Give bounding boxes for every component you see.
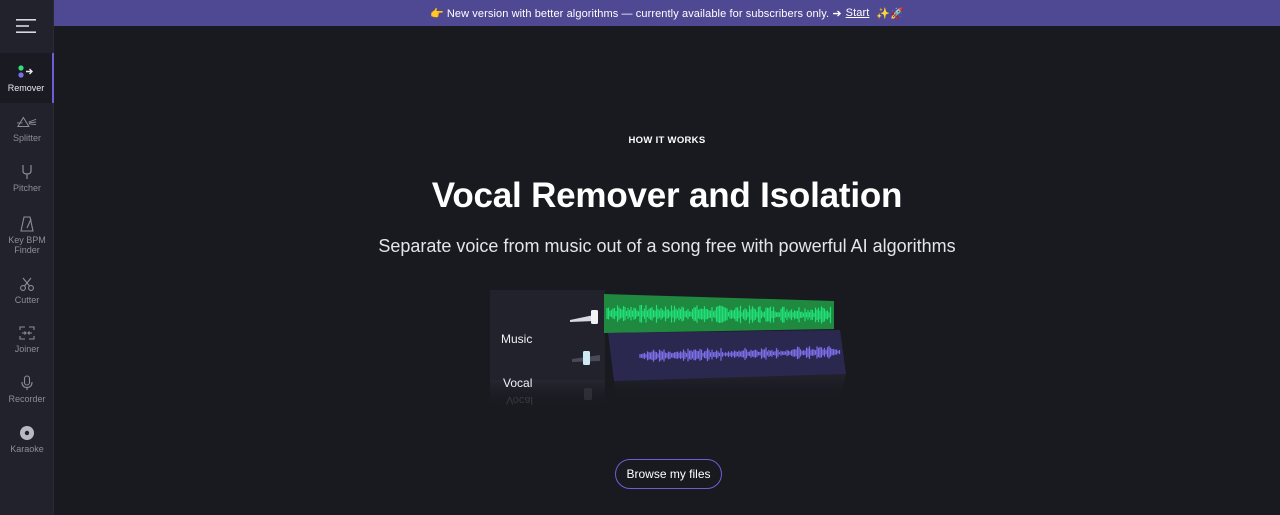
sidebar-item-label: Key BPM Finder (8, 235, 46, 255)
scissors-icon (17, 275, 37, 293)
sidebar-item-recorder[interactable]: Recorder (0, 364, 54, 414)
sidebar-item-label: Pitcher (12, 183, 41, 193)
page-subtitle: Separate voice from music out of a song … (378, 236, 956, 256)
sidebar-item-label: Remover (7, 83, 45, 93)
sidebar-item-remover[interactable]: Remover (0, 53, 54, 103)
sparkles-rocket-emoji: ✨🚀 (876, 7, 904, 20)
vocal-label-reflection: Vocal (506, 394, 533, 406)
tuning-fork-icon (17, 163, 37, 181)
metronome-icon (17, 215, 37, 233)
sidebar-item-splitter[interactable]: Splitter (0, 103, 54, 153)
music-track-label: Music (501, 332, 533, 346)
page-title: Vocal Remover and Isolation (431, 176, 903, 215)
mixer-illustration: Music Vocal Vocal (490, 290, 850, 410)
disc-icon (17, 424, 37, 442)
sidebar-item-label: Cutter (14, 295, 40, 305)
sidebar-item-pitcher[interactable]: Pitcher (0, 153, 54, 203)
sidebar-item-karaoke[interactable]: Karaoke (0, 414, 54, 464)
sidebar-item-label: Karaoke (10, 444, 44, 454)
pointing-hand-emoji: 👉 (430, 7, 444, 20)
menu-button[interactable] (0, 0, 54, 52)
sidebar-item-cutter[interactable]: Cutter (0, 265, 54, 315)
vocal-track-label: Vocal (503, 376, 533, 390)
mixer-graphic (490, 290, 846, 408)
prism-icon (17, 113, 37, 131)
sidebar-item-key-bpm-finder[interactable]: Key BPM Finder (0, 207, 54, 263)
remover-icon (16, 63, 36, 81)
music-fader-knob (591, 310, 598, 324)
reflected-fader (584, 388, 592, 400)
section-eyebrow: HOW IT WORKS (628, 135, 706, 146)
browse-files-button[interactable]: Browse my files (615, 459, 722, 489)
sidebar-item-label: Joiner (14, 344, 40, 354)
announcement-banner: 👉 New version with better algorithms — c… (54, 0, 1280, 26)
sidebar-item-label: Recorder (8, 394, 46, 404)
join-icon (17, 324, 37, 342)
banner-text: New version with better algorithms — cur… (446, 7, 842, 20)
vocal-fader-knob (583, 351, 590, 365)
sidebar-item-label: Splitter (12, 133, 41, 143)
microphone-icon (17, 374, 37, 392)
sidebar: Remover Splitter Pitcher Key BPM Finder (0, 0, 54, 515)
sidebar-item-joiner[interactable]: Joiner (0, 314, 54, 364)
main-content: HOW IT WORKS Vocal Remover and Isolation… (54, 26, 1280, 515)
hamburger-menu-icon (16, 19, 36, 33)
banner-start-link[interactable]: Start (846, 7, 870, 19)
